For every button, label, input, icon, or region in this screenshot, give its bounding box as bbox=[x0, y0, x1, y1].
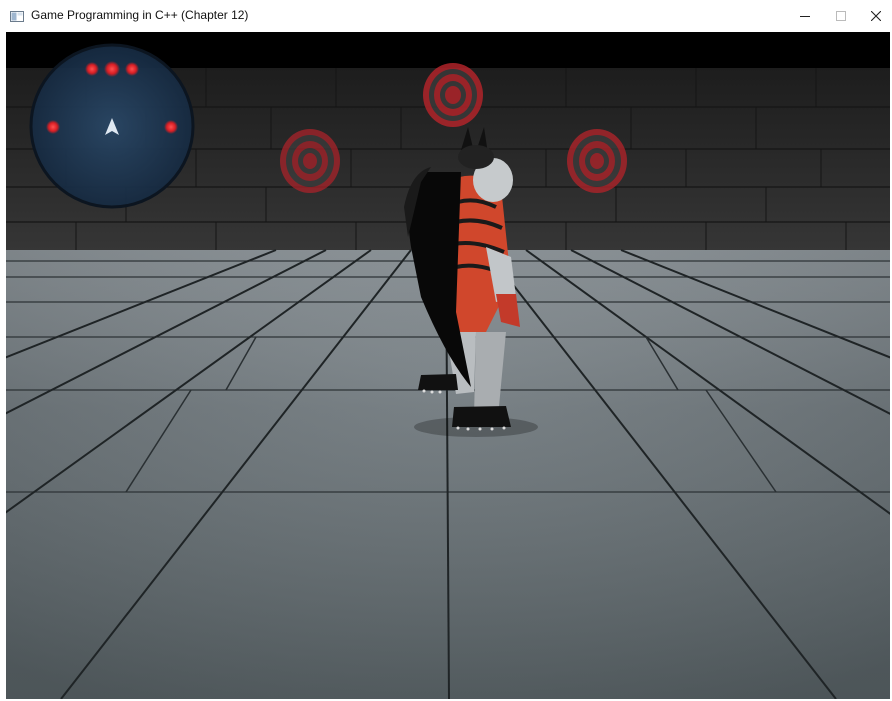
radar-blip bbox=[125, 62, 139, 76]
title-bar[interactable]: Game Programming in C++ (Chapter 12) bbox=[0, 0, 892, 32]
maximize-icon bbox=[836, 11, 846, 21]
radar-blip bbox=[164, 120, 178, 134]
app-icon bbox=[10, 11, 24, 22]
target-top bbox=[423, 63, 483, 127]
radar-blip bbox=[104, 61, 120, 77]
target-right bbox=[567, 129, 627, 193]
minimize-icon bbox=[800, 16, 810, 17]
game-window: Game Programming in C++ (Chapter 12) bbox=[0, 0, 892, 701]
game-scene bbox=[6, 32, 890, 699]
game-viewport[interactable] bbox=[6, 32, 890, 699]
radar-minimap bbox=[29, 43, 195, 209]
radar-blip bbox=[85, 62, 99, 76]
target-left bbox=[280, 129, 340, 193]
window-title: Game Programming in C++ (Chapter 12) bbox=[31, 8, 249, 22]
close-button[interactable] bbox=[853, 0, 892, 32]
radar-blip bbox=[46, 120, 60, 134]
close-icon bbox=[871, 11, 881, 21]
